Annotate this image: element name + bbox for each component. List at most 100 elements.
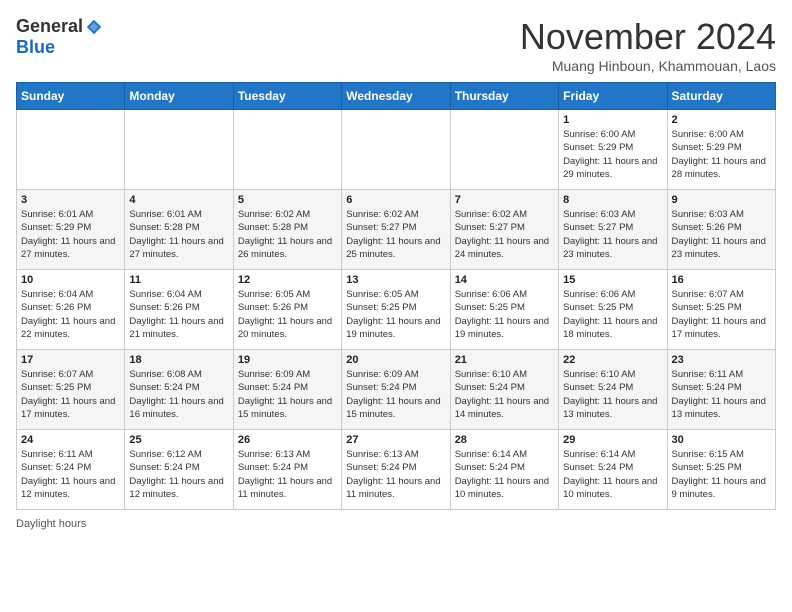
calendar-cell: 24 Sunrise: 6:11 AM Sunset: 5:24 PM Dayli…: [17, 430, 125, 510]
day-info: Sunrise: 6:02 AM Sunset: 5:27 PM Dayligh…: [455, 208, 554, 261]
day-number: 29: [563, 434, 662, 446]
calendar-cell: [450, 110, 558, 190]
calendar-cell: 9 Sunrise: 6:03 AM Sunset: 5:26 PM Daylig…: [667, 190, 775, 270]
day-info: Sunrise: 6:03 AM Sunset: 5:27 PM Dayligh…: [563, 208, 662, 261]
calendar-cell: 5 Sunrise: 6:02 AM Sunset: 5:28 PM Daylig…: [233, 190, 341, 270]
day-number: 1: [563, 114, 662, 126]
calendar-cell: 13Sunrise: 6:05 AM Sunset: 5:25 PM Dayli…: [342, 270, 450, 350]
day-number: 3: [21, 194, 120, 206]
day-info: Sunrise: 6:08 AM Sunset: 5:24 PM Dayligh…: [129, 368, 228, 421]
day-of-week-sunday: Sunday: [17, 83, 125, 110]
day-info: Sunrise: 6:04 AM Sunset: 5:26 PM Dayligh…: [21, 288, 120, 341]
calendar-cell: 16Sunrise: 6:07 AM Sunset: 5:25 PM Dayli…: [667, 270, 775, 350]
calendar-cell: 8Sunrise: 6:03 AM Sunset: 5:27 PM Daylig…: [559, 190, 667, 270]
page-header: General Blue November 2024 Muang Hinboun…: [16, 16, 776, 74]
day-number: 30: [672, 434, 771, 446]
day-of-week-wednesday: Wednesday: [342, 83, 450, 110]
calendar-cell: 29Sunrise: 6:14 AM Sunset: 5:24 PM Dayli…: [559, 430, 667, 510]
calendar-cell: 1 Sunrise: 6:00 AM Sunset: 5:29 PM Daylig…: [559, 110, 667, 190]
day-number: 5: [238, 194, 337, 206]
logo-general-text: General: [16, 16, 83, 37]
day-info: Sunrise: 6:01 AM Sunset: 5:28 PM Dayligh…: [129, 208, 228, 261]
title-area: November 2024 Muang Hinboun, Khammouan, …: [520, 16, 776, 74]
day-number: 22: [563, 354, 662, 366]
day-number: 24: [21, 434, 120, 446]
calendar-cell: [342, 110, 450, 190]
day-info: Sunrise: 6:09 AM Sunset: 5:24 PM Dayligh…: [346, 368, 445, 421]
day-of-week-saturday: Saturday: [667, 83, 775, 110]
logo-blue-text: Blue: [16, 37, 55, 58]
day-number: 14: [455, 274, 554, 286]
calendar-cell: 6Sunrise: 6:02 AM Sunset: 5:27 PM Daylig…: [342, 190, 450, 270]
day-info: Sunrise: 6:10 AM Sunset: 5:24 PM Dayligh…: [455, 368, 554, 421]
day-number: 9: [672, 194, 771, 206]
calendar-cell: 12 Sunrise: 6:05 AM Sunset: 5:26 PM Dayli…: [233, 270, 341, 350]
day-info: Sunrise: 6:09 AM Sunset: 5:24 PM Dayligh…: [238, 368, 337, 421]
day-number: 20: [346, 354, 445, 366]
day-info: Sunrise: 6:03 AM Sunset: 5:26 PM Dayligh…: [672, 208, 771, 261]
calendar-cell: [233, 110, 341, 190]
calendar-cell: [17, 110, 125, 190]
calendar-cell: 28 Sunrise: 6:14 AM Sunset: 5:24 PM Dayli…: [450, 430, 558, 510]
calendar-cell: 3 Sunrise: 6:01 AM Sunset: 5:29 PM Daylig…: [17, 190, 125, 270]
day-info: Sunrise: 6:12 AM Sunset: 5:24 PM Dayligh…: [129, 448, 228, 501]
day-number: 18: [129, 354, 228, 366]
calendar-cell: 2 Sunrise: 6:00 AM Sunset: 5:29 PM Daylig…: [667, 110, 775, 190]
day-info: Sunrise: 6:06 AM Sunset: 5:25 PM Dayligh…: [563, 288, 662, 341]
day-info: Sunrise: 6:00 AM Sunset: 5:29 PM Dayligh…: [563, 128, 662, 181]
day-number: 11: [129, 274, 228, 286]
calendar-cell: 14 Sunrise: 6:06 AM Sunset: 5:25 PM Dayli…: [450, 270, 558, 350]
calendar-cell: 21 Sunrise: 6:10 AM Sunset: 5:24 PM Dayli…: [450, 350, 558, 430]
day-info: Sunrise: 6:14 AM Sunset: 5:24 PM Dayligh…: [455, 448, 554, 501]
day-info: Sunrise: 6:13 AM Sunset: 5:24 PM Dayligh…: [346, 448, 445, 501]
day-info: Sunrise: 6:11 AM Sunset: 5:24 PM Dayligh…: [21, 448, 120, 501]
calendar-cell: 17Sunrise: 6:07 AM Sunset: 5:25 PM Dayli…: [17, 350, 125, 430]
calendar-cell: 11 Sunrise: 6:04 AM Sunset: 5:26 PM Dayli…: [125, 270, 233, 350]
calendar-cell: 27 Sunrise: 6:13 AM Sunset: 5:24 PM Dayli…: [342, 430, 450, 510]
day-number: 21: [455, 354, 554, 366]
day-info: Sunrise: 6:01 AM Sunset: 5:29 PM Dayligh…: [21, 208, 120, 261]
day-number: 10: [21, 274, 120, 286]
day-number: 28: [455, 434, 554, 446]
calendar-cell: 25 Sunrise: 6:12 AM Sunset: 5:24 PM Dayli…: [125, 430, 233, 510]
logo-icon: [85, 18, 103, 36]
day-number: 26: [238, 434, 337, 446]
day-number: 15: [563, 274, 662, 286]
calendar-cell: 22 Sunrise: 6:10 AM Sunset: 5:24 PM Dayli…: [559, 350, 667, 430]
day-of-week-thursday: Thursday: [450, 83, 558, 110]
day-number: 25: [129, 434, 228, 446]
day-info: Sunrise: 6:15 AM Sunset: 5:25 PM Dayligh…: [672, 448, 771, 501]
day-number: 13: [346, 274, 445, 286]
day-info: Sunrise: 6:13 AM Sunset: 5:24 PM Dayligh…: [238, 448, 337, 501]
day-number: 17: [21, 354, 120, 366]
calendar-cell: 4 Sunrise: 6:01 AM Sunset: 5:28 PM Daylig…: [125, 190, 233, 270]
calendar-cell: 20 Sunrise: 6:09 AM Sunset: 5:24 PM Dayli…: [342, 350, 450, 430]
day-number: 2: [672, 114, 771, 126]
day-info: Sunrise: 6:11 AM Sunset: 5:24 PM Dayligh…: [672, 368, 771, 421]
day-of-week-monday: Monday: [125, 83, 233, 110]
day-number: 7: [455, 194, 554, 206]
day-info: Sunrise: 6:05 AM Sunset: 5:26 PM Dayligh…: [238, 288, 337, 341]
day-number: 4: [129, 194, 228, 206]
calendar-cell: 19Sunrise: 6:09 AM Sunset: 5:24 PM Dayli…: [233, 350, 341, 430]
day-number: 12: [238, 274, 337, 286]
logo: General Blue: [16, 16, 103, 58]
day-info: Sunrise: 6:10 AM Sunset: 5:24 PM Dayligh…: [563, 368, 662, 421]
day-of-week-friday: Friday: [559, 83, 667, 110]
day-of-week-tuesday: Tuesday: [233, 83, 341, 110]
day-info: Sunrise: 6:04 AM Sunset: 5:26 PM Dayligh…: [129, 288, 228, 341]
day-info: Sunrise: 6:00 AM Sunset: 5:29 PM Dayligh…: [672, 128, 771, 181]
day-info: Sunrise: 6:02 AM Sunset: 5:28 PM Dayligh…: [238, 208, 337, 261]
calendar-cell: 26 Sunrise: 6:13 AM Sunset: 5:24 PM Dayli…: [233, 430, 341, 510]
location-subtitle: Muang Hinboun, Khammouan, Laos: [520, 58, 776, 74]
month-title: November 2024: [520, 16, 776, 58]
calendar-cell: 15 Sunrise: 6:06 AM Sunset: 5:25 PM Dayli…: [559, 270, 667, 350]
day-info: Sunrise: 6:02 AM Sunset: 5:27 PM Dayligh…: [346, 208, 445, 261]
day-number: 27: [346, 434, 445, 446]
footer-note: Daylight hours: [16, 518, 776, 530]
day-info: Sunrise: 6:07 AM Sunset: 5:25 PM Dayligh…: [672, 288, 771, 341]
day-info: Sunrise: 6:06 AM Sunset: 5:25 PM Dayligh…: [455, 288, 554, 341]
calendar-cell: 30 Sunrise: 6:15 AM Sunset: 5:25 PM Dayli…: [667, 430, 775, 510]
calendar-cell: 7 Sunrise: 6:02 AM Sunset: 5:27 PM Daylig…: [450, 190, 558, 270]
day-number: 23: [672, 354, 771, 366]
